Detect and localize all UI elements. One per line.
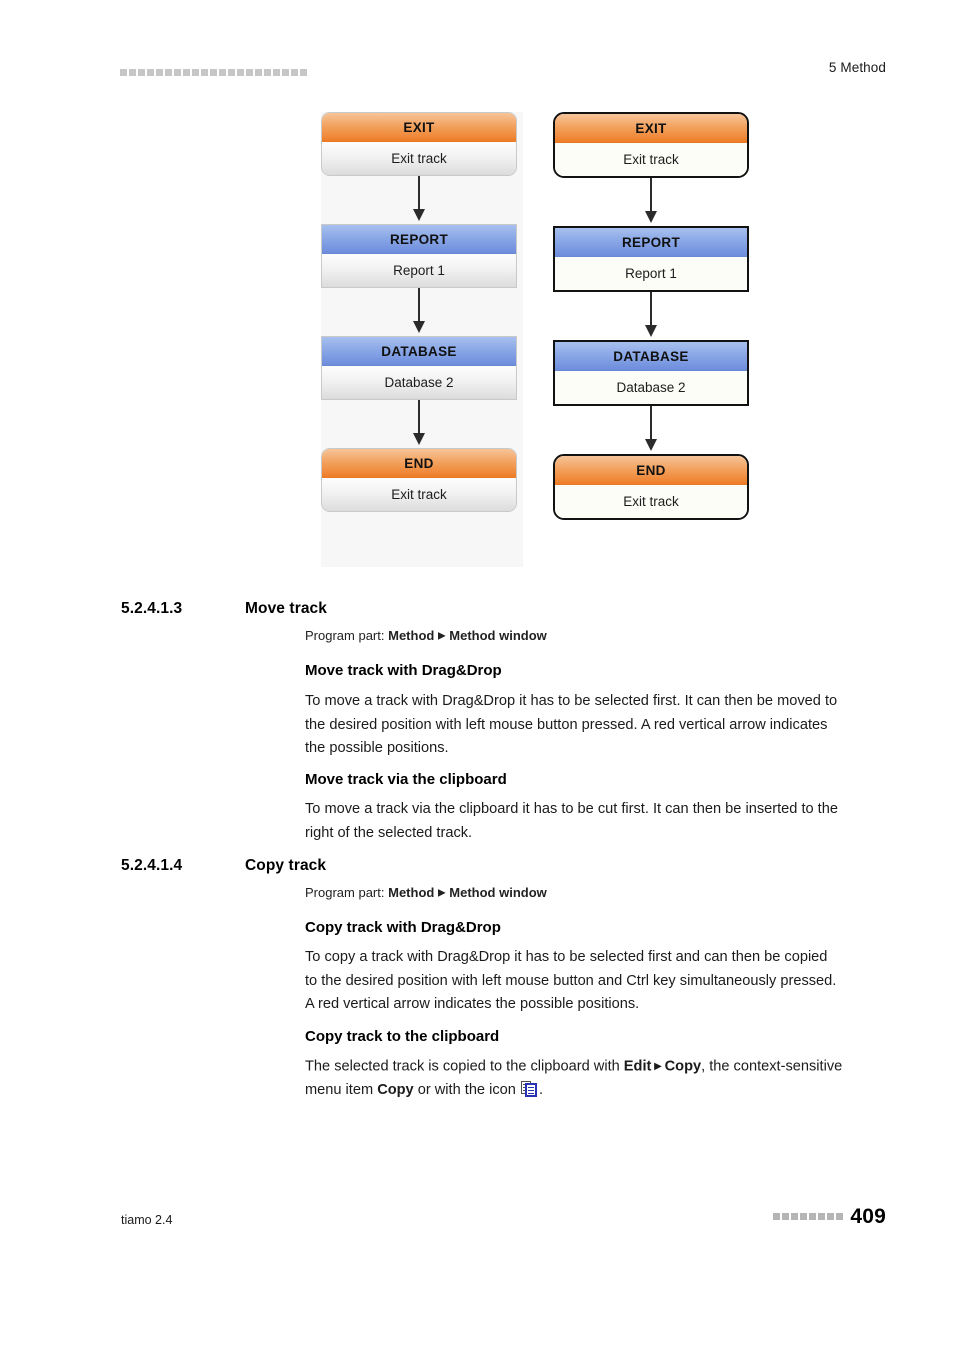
menu-copy-1: Copy xyxy=(664,1058,702,1075)
flowchart-node-title: EXIT xyxy=(322,113,516,142)
flowchart-node-title: REPORT xyxy=(322,225,516,254)
flowchart-node-report-selected-track[interactable]: REPORT Report 1 xyxy=(553,226,749,292)
program-part-second-1: Method window xyxy=(449,628,547,643)
menu-copy-2: Copy xyxy=(377,1082,414,1098)
flowchart-node-body: Report 1 xyxy=(555,257,747,290)
subheading-move-clipboard: Move track via the clipboard xyxy=(305,771,507,788)
flowchart-column-selected: EXIT Exit track REPORT Report 1 DATABASE Data… xyxy=(553,112,753,520)
paragraph-move-clipboard: To move a track via the clipboard it has… xyxy=(305,801,838,841)
flowchart-node-report-unselected-track[interactable]: REPORT Report 1 xyxy=(321,224,517,288)
program-part-first-2: Method xyxy=(388,885,435,900)
flowchart-node-end-selected-track[interactable]: END Exit track xyxy=(553,454,749,520)
header-chapter-title: 5 Method xyxy=(828,60,886,75)
flowchart-node-body: Report 1 xyxy=(322,254,516,287)
header-marker-squares xyxy=(120,69,307,76)
flowchart-node-body: Database 2 xyxy=(322,366,516,399)
flowchart-node-body: Database 2 xyxy=(555,371,747,404)
program-part-2: Program part: Method ▶ Method window xyxy=(305,885,547,900)
menu-arrow-icon: ▶ xyxy=(651,1061,665,1072)
flowchart-node-title: END xyxy=(322,449,516,478)
program-part-first-1: Method xyxy=(388,628,435,643)
flowchart-node-database-selected-track[interactable]: DATABASE Database 2 xyxy=(553,340,749,406)
flowchart-node-title: END xyxy=(555,456,747,485)
program-part-label-1: Program part: xyxy=(305,628,385,643)
section-number-2-value: 5.2.4.1.4 xyxy=(121,857,183,874)
subheading-copy-clipboard: Copy track to the clipboard xyxy=(305,1028,500,1045)
flowchart-node-body: Exit track xyxy=(555,485,747,518)
menu-edit: Edit xyxy=(623,1058,652,1075)
program-part-second-2: Method window xyxy=(449,885,547,900)
breadcrumb-arrow-icon-2: ▶ xyxy=(437,887,446,899)
flowchart-node-title: REPORT xyxy=(555,228,747,257)
copy-clipboard-text-3: or with the icon xyxy=(413,1082,520,1098)
page-footer: tiamo 2.4 409 xyxy=(0,1205,954,1245)
flowchart-node-title: DATABASE xyxy=(322,337,516,366)
flowchart-arrow-down-icon xyxy=(321,176,517,224)
flowchart-node-database-unselected-track[interactable]: DATABASE Database 2 xyxy=(321,336,517,400)
copy-clipboard-text-1: The selected track is copied to the clip… xyxy=(305,1058,624,1075)
flowchart-node-exit-selected-track[interactable]: EXIT Exit track xyxy=(553,112,749,178)
flowchart-node-title: EXIT xyxy=(555,114,747,143)
paragraph-copy-dragdrop: To copy a track with Drag&Drop it has to… xyxy=(305,949,837,1012)
subheading-move-dragdrop: Move track with Drag&Drop xyxy=(305,662,502,679)
footer-page-number: 409 xyxy=(850,1205,886,1228)
section-title-1: Move track xyxy=(245,600,327,617)
program-part-1: Program part: Method ▶ Method window xyxy=(305,628,547,643)
flowchart-node-title: DATABASE xyxy=(555,342,747,371)
paragraph-copy-clipboard: The selected track is copied to the clip… xyxy=(305,1055,843,1103)
footer-product-name: tiamo 2.4 xyxy=(121,1213,173,1227)
flowchart-arrow-down-icon xyxy=(321,400,517,448)
flowchart-arrow-down-icon xyxy=(553,406,749,454)
footer-marker-squares xyxy=(773,1212,844,1222)
subheading-copy-dragdrop: Copy track with Drag&Drop xyxy=(305,919,501,936)
section-number-1-value: 5.2.4.1.3 xyxy=(121,600,183,617)
flowchart-arrow-down-icon xyxy=(321,288,517,336)
section-title-2: Copy track xyxy=(245,857,327,874)
page-header: 5 Method xyxy=(0,60,954,90)
flowchart-node-body: Exit track xyxy=(555,143,747,176)
flowchart-arrow-down-icon xyxy=(553,178,749,226)
flowchart-column-unselected: EXIT Exit track REPORT Report 1 DATABASE Data… xyxy=(321,112,521,512)
flowchart-node-exit-unselected-track[interactable]: EXIT Exit track xyxy=(321,112,517,176)
flowchart-node-body: Exit track xyxy=(322,478,516,511)
paragraph-move-dragdrop: To move a track with Drag&Drop it has to… xyxy=(305,693,838,756)
flowchart-node-end-unselected-track[interactable]: END Exit track xyxy=(321,448,517,512)
footer-page-group: 409 xyxy=(773,1205,886,1229)
document-page: 5 Method EXIT Exit track REPORT Report 1 DAT… xyxy=(0,0,954,1350)
program-part-label-2: Program part: xyxy=(305,885,385,900)
flowchart-node-body: Exit track xyxy=(322,142,516,175)
copy-clipboard-text-4: . xyxy=(538,1082,543,1098)
track-flowchart-figure: EXIT Exit track REPORT Report 1 DATABASE Data… xyxy=(0,112,954,567)
flowchart-arrow-down-icon xyxy=(553,292,749,340)
section-number-1: 5.2.4.1.3 Move track xyxy=(121,600,327,618)
section-number-2: 5.2.4.1.4 Copy track xyxy=(121,857,326,875)
copy-icon xyxy=(520,1081,538,1097)
breadcrumb-arrow-icon-1: ▶ xyxy=(437,630,446,642)
